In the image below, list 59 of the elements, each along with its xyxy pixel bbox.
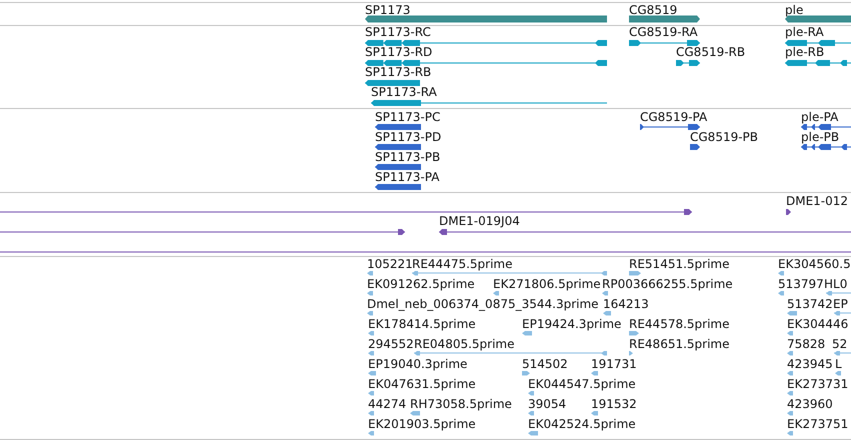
feature-label: RE44578.5prime — [629, 318, 730, 331]
feature-label: CG8519-PB — [690, 131, 758, 144]
feature-label: SP1173-PD — [375, 131, 442, 144]
feature-label: RP003666255.5prime — [602, 278, 733, 291]
feature-label: EK091262.5prime — [367, 278, 475, 291]
feature-label: RE44475.5prime — [412, 258, 512, 271]
feature-label: 513797 — [778, 278, 824, 291]
feature-label: EK201903.5prime — [368, 418, 476, 431]
feature-label: EK304446 — [787, 318, 848, 331]
feature-label: 39054 — [528, 398, 566, 411]
feature-label: ple-RB — [785, 46, 824, 59]
feature-label: EK047631.5prime — [368, 378, 476, 391]
feature-label: CG8519-PA — [640, 111, 708, 124]
feature-label: RH73058.5prime — [410, 398, 512, 411]
feature-label: ple-PA — [801, 111, 838, 124]
feature-label: 423945 — [787, 358, 833, 371]
feature-label: L — [835, 358, 842, 371]
feature-label: 52 — [832, 338, 848, 351]
feature-label: EK271806.5prime — [493, 278, 601, 291]
feature-label: RE51451.5prime — [629, 258, 730, 271]
feature-label: HL0 — [824, 278, 848, 291]
feature-label: EP19424.3prime — [522, 318, 622, 331]
feature-label: SP1173-RC — [365, 26, 431, 39]
feature-label: ple — [785, 4, 804, 17]
feature-label: EP19040.3prime — [368, 358, 468, 371]
feature-label: Dmel_neb_006374_0875_3544.3prime — [367, 298, 599, 311]
feature-label: 423960 — [787, 398, 833, 411]
feature-label: ple-PB — [801, 131, 840, 144]
feature-label: SP1173-PA — [375, 171, 440, 184]
feature-label: EK273751 — [787, 418, 848, 431]
feature-label: RE04805.5prime — [414, 338, 514, 351]
feature-label: CG8519 — [629, 4, 678, 17]
feature-label: EK178414.5prime — [368, 318, 476, 331]
feature-label: 191532 — [591, 398, 637, 411]
feature-label: EK042524.5prime — [528, 418, 636, 431]
feature-label: SP1173 — [365, 4, 410, 17]
feature-label: RE48651.5prime — [629, 338, 730, 351]
feature-label: 164213 — [603, 298, 649, 311]
feature-label: 105221 — [367, 258, 413, 271]
feature-label: 191731 — [591, 358, 637, 371]
feature-label: CG8519-RB — [676, 46, 746, 59]
feature-label: DME1-019J04 — [439, 215, 520, 228]
feature-label: 294552 — [368, 338, 414, 351]
feature-label: 75828 — [787, 338, 826, 351]
feature-label: SP1173-PB — [375, 151, 440, 164]
feature-label: 514502 — [522, 358, 568, 371]
feature-label: EK044547.5prime — [528, 378, 636, 391]
feature-label: SP1173-RD — [365, 46, 432, 59]
feature-label: DME1-012 — [786, 195, 848, 208]
feature-label: CG8519-RA — [629, 26, 698, 39]
feature-label: 44274 — [368, 398, 406, 411]
feature-label: ple-RA — [785, 26, 824, 39]
feature-label: 513742 — [787, 298, 833, 311]
feature-label: SP1173-RA — [371, 86, 437, 99]
feature-label: EP — [833, 298, 848, 311]
feature-label: SP1173-PC — [375, 111, 440, 124]
feature-label: EK273731 — [787, 378, 848, 391]
feature-label: SP1173-RB — [365, 66, 432, 79]
feature-label: EK304560.5 — [778, 258, 851, 271]
